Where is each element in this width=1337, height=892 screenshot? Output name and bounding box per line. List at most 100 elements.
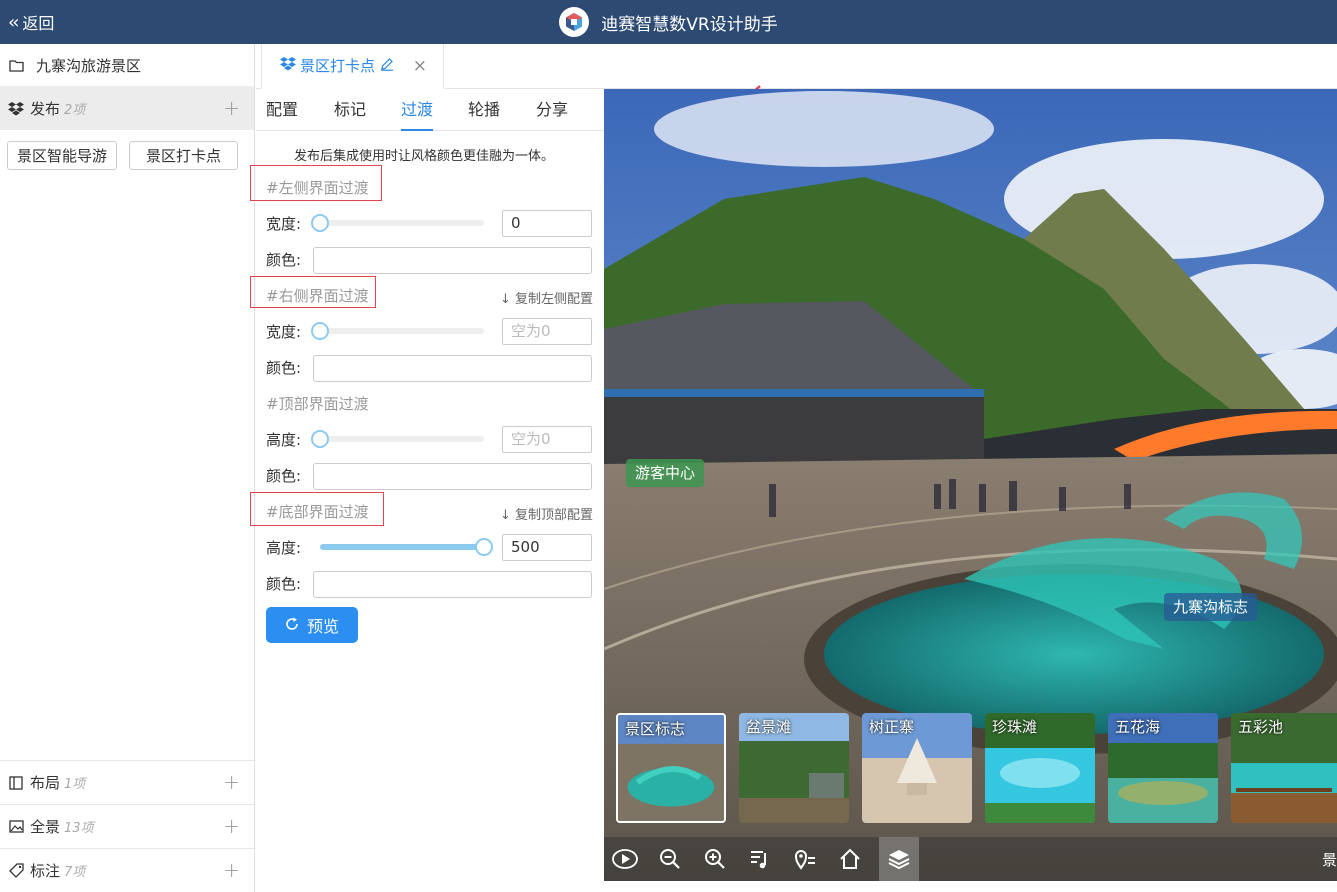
slider-handle[interactable] bbox=[311, 214, 329, 232]
add-publish-icon[interactable]: + bbox=[223, 96, 240, 120]
right-width-slider[interactable] bbox=[311, 322, 484, 340]
copy-left-label: 复制左侧配置 bbox=[514, 292, 593, 307]
thumbnail-pearl-shoal[interactable]: 珍珠滩 bbox=[985, 713, 1095, 823]
left-transition-title: #左侧界面过渡 bbox=[266, 179, 369, 197]
layers-icon[interactable] bbox=[879, 837, 919, 881]
thumbnail-label: 树正寨 bbox=[869, 718, 915, 736]
thumbnail-scenic-sign[interactable]: 景区标志 bbox=[616, 713, 726, 823]
publish-item-checkin[interactable]: 景区打卡点 bbox=[129, 141, 239, 170]
layout-label: 布局 bbox=[30, 774, 61, 792]
panorama-count: 13项 bbox=[64, 821, 94, 836]
layout-icon bbox=[8, 775, 24, 791]
bottom-height-slider[interactable] bbox=[320, 538, 493, 556]
zoom-out-icon[interactable] bbox=[654, 843, 686, 875]
viewer-toolbar: 景 bbox=[604, 837, 1337, 881]
publish-item-smart-guide[interactable]: 景区智能导游 bbox=[7, 141, 118, 170]
scene-thumbnail-strip: 景区标志 盆景滩 树正寨 珍珠滩 五花海 五彩池 bbox=[616, 713, 1337, 823]
app-title-bar: 迪赛智慧数VR设计助手 bbox=[0, 0, 1337, 44]
tab-share[interactable]: 分享 bbox=[536, 89, 568, 131]
close-tab-icon[interactable]: × bbox=[413, 56, 427, 76]
project-row[interactable]: 九寨沟旅游景区 bbox=[0, 44, 254, 87]
add-panorama-icon[interactable]: + bbox=[223, 814, 240, 838]
bottom-color-label: 颜色: bbox=[266, 575, 302, 593]
thumbnail-label: 五花海 bbox=[1115, 718, 1161, 736]
sidebar: 九寨沟旅游景区 发布 2项 + 景区智能导游 景区打卡点 布局 1项 + 全景 … bbox=[0, 44, 255, 892]
tab-transition[interactable]: 过渡 bbox=[401, 89, 434, 131]
publish-count: 2项 bbox=[64, 103, 86, 118]
left-color-picker[interactable] bbox=[313, 247, 592, 274]
left-width-label: 宽度: bbox=[266, 215, 302, 233]
hotspot-jiuzhaigou-sign[interactable]: 九寨沟标志 bbox=[1164, 593, 1258, 621]
left-width-input[interactable]: 0 bbox=[502, 210, 592, 237]
app-header: ‹‹ 返回 迪赛智慧数VR设计助手 bbox=[0, 0, 1337, 44]
tab-checkin-spot[interactable]: 景区打卡点 × bbox=[261, 44, 444, 89]
bottom-color-picker[interactable] bbox=[313, 571, 592, 598]
config-subtabs: 配置 标记 过渡 轮播 分享 bbox=[256, 89, 604, 131]
panorama-label: 全景 bbox=[30, 818, 61, 836]
thumbnail-penjing-beach[interactable]: 盆景滩 bbox=[739, 713, 849, 823]
right-width-input[interactable]: 空为0 bbox=[502, 318, 592, 345]
panorama-viewer[interactable]: 游客中心 九寨沟标志 景区标志 盆景滩 树正寨 珍珠滩 五花海 五彩池 景 bbox=[604, 89, 1337, 881]
folder-icon bbox=[8, 57, 24, 73]
layout-section-header[interactable]: 布局 1项 + bbox=[0, 760, 254, 804]
right-color-label: 颜色: bbox=[266, 359, 302, 377]
refresh-icon bbox=[285, 616, 299, 635]
add-annotation-icon[interactable]: + bbox=[223, 858, 240, 882]
preview-button[interactable]: 预览 bbox=[266, 607, 358, 643]
autoplay-icon[interactable] bbox=[609, 843, 641, 875]
right-width-label: 宽度: bbox=[266, 323, 302, 341]
tag-icon bbox=[8, 863, 24, 879]
thumbnail-five-color-pond[interactable]: 五彩池 bbox=[1231, 713, 1337, 823]
publish-label: 发布 bbox=[30, 100, 61, 118]
tab-label: 景区打卡点 bbox=[300, 57, 376, 75]
editor-tab-bar: 景区打卡点 × bbox=[256, 44, 1337, 140]
bottom-height-label: 高度: bbox=[266, 539, 302, 557]
top-color-picker[interactable] bbox=[313, 463, 592, 490]
annotation-label: 标注 bbox=[30, 862, 61, 880]
annotation-section-header[interactable]: 标注 7项 + bbox=[0, 848, 254, 892]
music-list-icon[interactable] bbox=[744, 843, 776, 875]
thumbnail-label: 五彩池 bbox=[1238, 718, 1284, 736]
tab-carousel[interactable]: 轮播 bbox=[468, 89, 500, 131]
copy-top-config-link[interactable]: ↓ 复制顶部配置 bbox=[500, 504, 593, 523]
slider-handle[interactable] bbox=[475, 538, 493, 556]
slider-handle[interactable] bbox=[311, 322, 329, 340]
project-name: 九寨沟旅游景区 bbox=[36, 56, 142, 75]
panorama-section-header[interactable]: 全景 13项 + bbox=[0, 804, 254, 848]
thumbnail-label: 盆景滩 bbox=[746, 718, 792, 736]
annotation-count: 7项 bbox=[64, 865, 86, 880]
copy-top-label: 复制顶部配置 bbox=[514, 508, 593, 523]
top-height-slider[interactable] bbox=[311, 430, 484, 448]
location-list-icon[interactable] bbox=[789, 843, 821, 875]
app-title: 迪赛智慧数VR设计助手 bbox=[601, 14, 778, 35]
layout-count: 1项 bbox=[64, 777, 86, 792]
app-logo-icon bbox=[559, 7, 590, 37]
thumbnail-shuzheng-village[interactable]: 树正寨 bbox=[862, 713, 972, 823]
zoom-in-icon[interactable] bbox=[699, 843, 731, 875]
top-height-input[interactable]: 空为0 bbox=[502, 426, 592, 453]
right-color-picker[interactable] bbox=[313, 355, 592, 382]
top-transition-title: #顶部界面过渡 bbox=[266, 395, 369, 413]
slider-handle[interactable] bbox=[311, 430, 329, 448]
dropbox-icon bbox=[8, 101, 24, 117]
thumbnail-label: 珍珠滩 bbox=[992, 718, 1038, 736]
dropbox-icon bbox=[280, 56, 296, 75]
copy-left-config-link[interactable]: ↓ 复制左侧配置 bbox=[500, 288, 593, 307]
left-color-label: 颜色: bbox=[266, 251, 302, 269]
publish-items: 景区智能导游 景区打卡点 bbox=[7, 141, 239, 170]
tab-marker[interactable]: 标记 bbox=[334, 89, 366, 131]
left-width-slider[interactable] bbox=[311, 214, 484, 232]
publish-section-header[interactable]: 发布 2项 + bbox=[0, 87, 254, 130]
panel-description: 发布后集成使用时让风格颜色更佳融为一体。 bbox=[294, 149, 555, 164]
tab-config[interactable]: 配置 bbox=[266, 89, 298, 131]
edit-pencil-icon[interactable] bbox=[380, 57, 394, 75]
hotspot-visitor-center[interactable]: 游客中心 bbox=[626, 459, 705, 487]
add-layout-icon[interactable]: + bbox=[223, 770, 240, 794]
thumbnail-five-flower-lake[interactable]: 五花海 bbox=[1108, 713, 1218, 823]
right-transition-title: #右侧界面过渡 bbox=[266, 287, 369, 305]
image-icon bbox=[8, 819, 24, 835]
preview-label: 预览 bbox=[306, 617, 339, 636]
home-icon[interactable] bbox=[834, 843, 866, 875]
bottom-transition-title: #底部界面过渡 bbox=[266, 503, 369, 521]
bottom-height-input[interactable]: 500 bbox=[502, 534, 592, 561]
